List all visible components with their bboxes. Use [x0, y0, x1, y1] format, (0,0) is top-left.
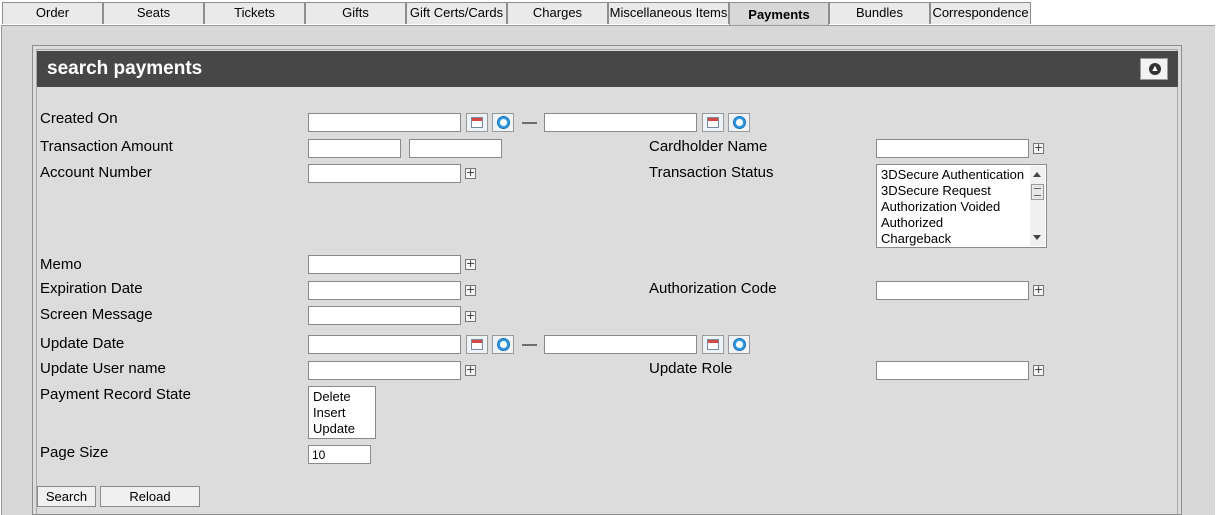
plus-icon[interactable]: +: [465, 258, 476, 270]
transaction-amount-from-input[interactable]: [308, 139, 401, 158]
expiration-date-input[interactable]: [308, 281, 461, 300]
tab-payments[interactable]: Payments: [729, 2, 829, 27]
list-item[interactable]: 3DSecure Request: [877, 183, 1046, 199]
page-size-label: Page Size: [40, 444, 109, 461]
plus-icon[interactable]: +: [465, 167, 476, 179]
transaction-amount-to-input[interactable]: [409, 139, 502, 158]
list-item[interactable]: Authorization Voided: [877, 199, 1046, 215]
tab-gift-certs-cards[interactable]: Gift Certs/Cards: [406, 2, 507, 24]
created-on-to-input[interactable]: [544, 113, 697, 132]
tab-order[interactable]: Order: [2, 2, 103, 24]
list-item[interactable]: Insert: [309, 405, 375, 421]
scroll-thumb[interactable]: [1031, 184, 1044, 200]
list-item[interactable]: Update: [309, 421, 375, 437]
tab-miscellaneous-items[interactable]: Miscellaneous Items: [608, 2, 729, 24]
authorization-code-input[interactable]: [876, 281, 1029, 300]
update-role-input[interactable]: [876, 361, 1029, 380]
panel-header: search payments ▲: [37, 51, 1178, 87]
cardholder-name-label: Cardholder Name: [649, 138, 768, 155]
created-on-label: Created On: [40, 110, 118, 127]
date-range-separator: —: [522, 336, 537, 353]
expiration-date-label: Expiration Date: [40, 280, 143, 297]
payment-record-state-listbox[interactable]: Delete Insert Update: [308, 386, 376, 439]
list-item[interactable]: 3DSecure Authentication: [877, 167, 1046, 183]
update-date-label: Update Date: [40, 335, 125, 352]
account-number-label: Account Number: [40, 164, 152, 181]
tab-bundles[interactable]: Bundles: [829, 2, 930, 24]
tab-seats[interactable]: Seats: [103, 2, 204, 24]
tab-gifts[interactable]: Gifts: [305, 2, 406, 24]
transaction-amount-label: Transaction Amount: [40, 138, 173, 155]
tab-bar: Order Seats Tickets Gifts Gift Certs/Car…: [0, 0, 1216, 27]
created-on-from-input[interactable]: [308, 113, 461, 132]
calendar-icon[interactable]: [702, 335, 724, 354]
transaction-status-listbox[interactable]: 3DSecure Authentication 3DSecure Request…: [876, 164, 1047, 248]
clock-icon[interactable]: [492, 335, 514, 354]
plus-icon[interactable]: +: [1033, 142, 1044, 154]
list-item[interactable]: Delete: [309, 389, 375, 405]
list-item[interactable]: Chargeback: [877, 231, 1046, 247]
payment-record-state-label: Payment Record State: [40, 386, 191, 403]
scroll-up-icon[interactable]: [1033, 172, 1041, 177]
cardholder-name-input[interactable]: [876, 139, 1029, 158]
account-number-input[interactable]: [308, 164, 461, 183]
collapse-button[interactable]: ▲: [1140, 58, 1168, 80]
scrollbar[interactable]: [1030, 166, 1045, 246]
screen-message-input[interactable]: [308, 306, 461, 325]
clock-icon[interactable]: [728, 113, 750, 132]
search-button[interactable]: Search: [37, 486, 96, 507]
panel-title: search payments: [47, 58, 203, 79]
tab-charges[interactable]: Charges: [507, 2, 608, 24]
list-item[interactable]: Authorized: [877, 215, 1046, 231]
screen-message-label: Screen Message: [40, 306, 153, 323]
memo-label: Memo: [40, 256, 82, 273]
plus-icon[interactable]: +: [465, 364, 476, 376]
scroll-down-icon[interactable]: [1033, 235, 1041, 240]
page-size-input[interactable]: [308, 445, 371, 464]
plus-icon[interactable]: +: [1033, 284, 1044, 296]
clock-icon[interactable]: [492, 113, 514, 132]
clock-icon[interactable]: [728, 335, 750, 354]
tab-tickets[interactable]: Tickets: [204, 2, 305, 24]
plus-icon[interactable]: +: [465, 310, 476, 322]
date-range-separator: —: [522, 114, 537, 131]
update-user-name-input[interactable]: [308, 361, 461, 380]
reload-button[interactable]: Reload: [100, 486, 200, 507]
memo-input[interactable]: [308, 255, 461, 274]
update-user-name-label: Update User name: [40, 360, 166, 377]
calendar-icon[interactable]: [466, 335, 488, 354]
update-date-from-input[interactable]: [308, 335, 461, 354]
calendar-icon[interactable]: [466, 113, 488, 132]
authorization-code-label: Authorization Code: [649, 280, 777, 297]
transaction-status-label: Transaction Status: [649, 164, 774, 181]
plus-icon[interactable]: +: [1033, 364, 1044, 376]
calendar-icon[interactable]: [702, 113, 724, 132]
collapse-up-icon: ▲: [1149, 63, 1161, 75]
update-role-label: Update Role: [649, 360, 733, 377]
update-date-to-input[interactable]: [544, 335, 697, 354]
plus-icon[interactable]: +: [465, 284, 476, 296]
tab-correspondence[interactable]: Correspondence: [930, 2, 1031, 24]
